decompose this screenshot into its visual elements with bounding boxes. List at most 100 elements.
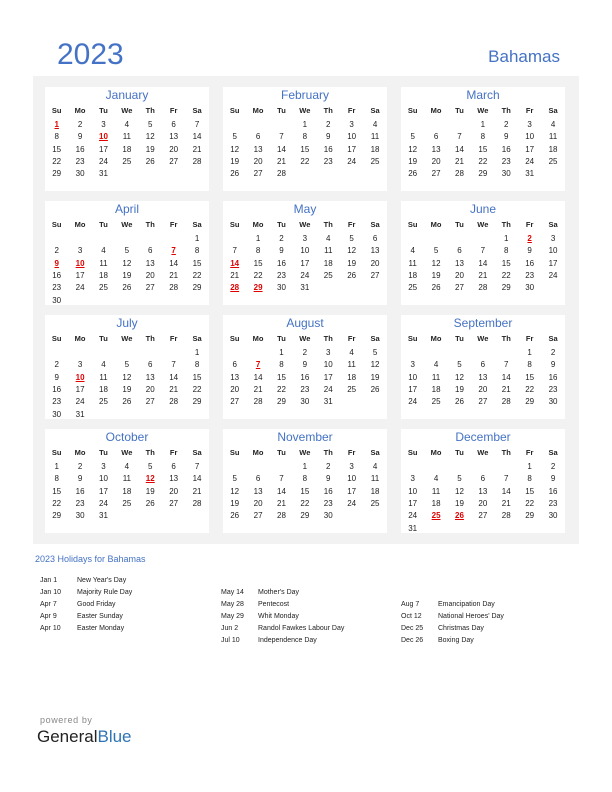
day-cell: 25: [323, 270, 333, 280]
weekday-label: Mo: [74, 106, 86, 115]
day-cell: 27: [478, 511, 488, 521]
day-cell: 19: [431, 270, 441, 280]
day-cell: 2: [54, 360, 59, 370]
week-row: 1: [45, 233, 209, 245]
month-title: April: [114, 202, 139, 216]
day-cell: 30: [300, 397, 310, 407]
weekday-label: Th: [145, 220, 155, 229]
weekday-header: Su Mo Tu We Th Fr Sa: [45, 105, 209, 117]
day-cell: 26: [145, 156, 155, 166]
day-cell: 24: [75, 397, 85, 407]
day-cell: 15: [300, 486, 310, 496]
day-cell: 15: [277, 372, 286, 382]
day-cell: 21: [192, 486, 202, 496]
day-cell: 24: [548, 270, 558, 280]
week-row: 29 30 31: [45, 168, 209, 180]
holiday-name: Emancipation Day: [438, 601, 495, 608]
week-row: 9 10 11 12 13 14 15: [45, 372, 209, 384]
holiday-name: Independence Day: [258, 637, 317, 644]
week-row: 19 20 21 22 23 24 25: [223, 498, 387, 510]
day-cell: 28: [478, 283, 488, 293]
week-row: 3 4 5 6 7 8 9: [401, 359, 565, 371]
day-cell: 24: [408, 397, 418, 407]
generalblue-logo[interactable]: GeneralBlue: [37, 727, 132, 747]
holiday-name: Whit Monday: [258, 613, 299, 620]
day-cell: 10: [408, 372, 418, 382]
day-cell: 23: [323, 498, 333, 508]
day-cell: 6: [171, 120, 176, 129]
day-cell: 15: [501, 258, 511, 268]
empty-cell: [246, 461, 269, 473]
week-row: 20 21 22 23 24 25 26: [223, 384, 387, 396]
day-cell: 4: [349, 348, 354, 357]
day-cell: 7: [194, 462, 200, 471]
day-cell: 24: [99, 156, 108, 166]
empty-cell: [363, 282, 386, 294]
week-row: 1 2 3 4 5 6 7: [45, 119, 209, 131]
weekday-label: Sa: [370, 334, 380, 343]
day-cell: 21: [478, 270, 488, 280]
day-cell: 14: [169, 258, 179, 268]
weekday-label: Fr: [525, 220, 534, 229]
week-row: 31: [401, 523, 565, 535]
day-cell: 26: [145, 498, 155, 508]
empty-cell: [363, 396, 386, 408]
week-row: 9 10 11 12 13 14 15: [45, 258, 209, 270]
week-row: 3 4 5 6 7 8 9: [401, 473, 565, 485]
day-cell: 16: [323, 486, 333, 496]
empty-cell: [45, 233, 68, 245]
week-row: 10 11 12 13 14 15 16: [401, 486, 565, 498]
day-cell: 13: [230, 372, 240, 382]
weekday-label: Fr: [169, 220, 178, 229]
week-row: 1 2 3 4 5: [223, 347, 387, 359]
weekday-label: Su: [229, 106, 240, 115]
day-cell: 19: [145, 486, 155, 496]
month-title: March: [466, 88, 500, 102]
weekday-label: Fr: [169, 334, 178, 343]
empty-cell: [340, 282, 363, 294]
day-cell: 5: [124, 360, 130, 370]
holiday-name: Christmas Day: [438, 625, 484, 632]
day-cell: 9: [326, 474, 331, 484]
day-cell: 3: [410, 360, 415, 370]
brand-general: General: [37, 727, 98, 746]
day-cell: 28: [192, 156, 202, 166]
weekday-label: Fr: [169, 106, 178, 115]
day-cell: 1: [255, 234, 261, 243]
day-cell: 19: [347, 258, 357, 268]
empty-cell: [401, 233, 424, 245]
day-cell: 29: [192, 283, 202, 293]
day-cell: 20: [455, 270, 464, 280]
day-cell: 13: [169, 132, 179, 142]
day-cell: 6: [433, 132, 439, 142]
day-cell: 16: [52, 384, 62, 394]
day-cell: 7: [232, 246, 237, 256]
day-cell: 3: [349, 120, 354, 129]
day-cell: 23: [52, 397, 62, 407]
day-cell: 4: [372, 462, 378, 471]
month-august: August Su Mo Tu We Th Fr Sa 1 2 3 4 5 6 7 8 9 10 11 12 13 14 1…: [223, 315, 387, 419]
day-cell: 11: [408, 258, 417, 268]
weekday-label: We: [299, 334, 311, 343]
holiday-item: Dec 25 Christmas Day: [401, 623, 504, 635]
day-cell: 5: [433, 246, 439, 256]
day-cell: 12: [145, 132, 155, 142]
week-row: 4 5 6 7 8 9 10: [401, 245, 565, 257]
weekday-label: Th: [145, 334, 155, 343]
weekday-label: Th: [145, 448, 155, 457]
day-cell: 28: [501, 511, 511, 521]
day-cell: 23: [525, 270, 535, 280]
day-cell: 15: [52, 144, 62, 154]
weekday-label: Mo: [74, 220, 86, 229]
day-cell: 3: [550, 234, 556, 243]
day-cell: 6: [480, 474, 486, 484]
day-cell: 14: [277, 144, 286, 154]
day-cell: 31: [323, 397, 333, 407]
weekday-label: Fr: [525, 106, 534, 115]
week-row: 15 16 17 18 19 20 21: [45, 144, 209, 156]
holiday-item: Jan 10 Majority Rule Day: [40, 587, 132, 599]
weekday-label: Th: [323, 106, 333, 115]
day-cell: 15: [300, 144, 310, 154]
day-cell: 23: [501, 156, 511, 166]
day-cell: 1: [194, 234, 200, 243]
